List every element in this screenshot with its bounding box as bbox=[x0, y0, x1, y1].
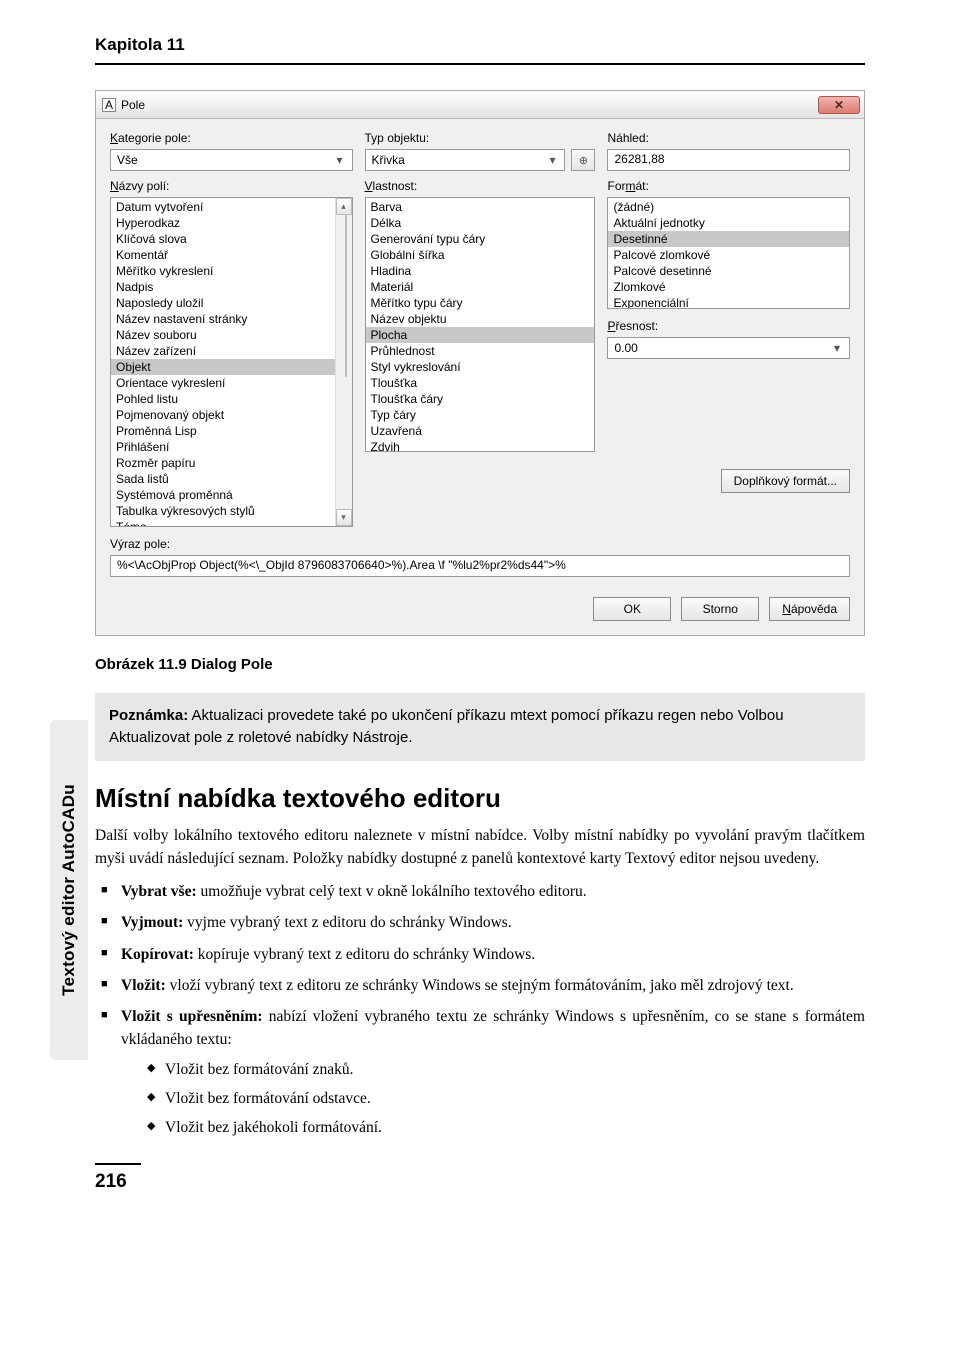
note-text: Aktualizaci provedete také po ukončení p… bbox=[109, 707, 784, 746]
nahled-preview: 26281,88 bbox=[607, 149, 850, 171]
list-item[interactable]: Materiál bbox=[366, 279, 595, 295]
list-item[interactable]: Hladina bbox=[366, 263, 595, 279]
note-box: Poznámka: Aktualizaci provedete také po … bbox=[95, 693, 865, 761]
list-item[interactable]: Název souboru bbox=[111, 327, 352, 343]
list-item[interactable]: Palcové desetinné bbox=[608, 263, 849, 279]
section-paragraph: Další volby lokálního textového editoru … bbox=[95, 824, 865, 871]
list-item[interactable]: Přihlášení bbox=[111, 439, 352, 455]
list-item[interactable]: Tloušťka bbox=[366, 375, 595, 391]
list-item[interactable]: Plocha bbox=[366, 327, 595, 343]
list-item[interactable]: Název zařízení bbox=[111, 343, 352, 359]
list-item: Vložit bez jakéhokoli formátování. bbox=[121, 1116, 865, 1139]
list-item: Vložit s upřesněním: nabízí vložení vybr… bbox=[95, 1005, 865, 1139]
dialog-pole: A Pole ✕ Kategorie pole: Vše ▾ Názvy pol… bbox=[95, 90, 865, 636]
chevron-down-icon: ▾ bbox=[829, 341, 845, 355]
scroll-up-icon[interactable]: ▴ bbox=[336, 198, 352, 215]
list-item[interactable]: Měřítko vykreslení bbox=[111, 263, 352, 279]
list-item: Vložit bez formátování znaků. bbox=[121, 1058, 865, 1081]
label-nahled: Náhled: bbox=[607, 131, 850, 145]
list-item[interactable]: Délka bbox=[366, 215, 595, 231]
vyraz-input[interactable]: %<\AcObjProp Object(%<\_ObjId 8796083706… bbox=[110, 555, 850, 577]
label-nazvy: Názvy polí: bbox=[110, 179, 353, 193]
list-item[interactable]: Pohled listu bbox=[111, 391, 352, 407]
list-item[interactable]: Datum vytvoření bbox=[111, 199, 352, 215]
label-presnost: Přesnost: bbox=[607, 319, 850, 333]
list-item[interactable]: Exponenciální bbox=[608, 295, 849, 309]
label-vyraz: Výraz pole: bbox=[110, 537, 850, 551]
napoveda-button[interactable]: Nápověda bbox=[769, 597, 850, 621]
list-item[interactable]: Naposledy uložil bbox=[111, 295, 352, 311]
vlastnost-listbox[interactable]: BarvaDélkaGenerování typu čáryGlobální š… bbox=[365, 197, 596, 452]
section-title: Místní nabídka textového editoru bbox=[95, 783, 865, 814]
page-number: 216 bbox=[95, 1163, 141, 1193]
pick-object-button[interactable]: ⊕ bbox=[571, 149, 595, 171]
list-item: Kopírovat: kopíruje vybraný text z edito… bbox=[95, 943, 865, 966]
label-typ: Typ objektu: bbox=[365, 131, 596, 145]
label-vlastnost: Vlastnost: bbox=[365, 179, 596, 193]
list-item[interactable]: Systémová proměnná bbox=[111, 487, 352, 503]
list-item[interactable]: Globální šířka bbox=[366, 247, 595, 263]
list-item: Vyjmout: vyjme vybraný text z editoru do… bbox=[95, 911, 865, 934]
list-item[interactable]: Desetinné bbox=[608, 231, 849, 247]
list-item[interactable]: Název objektu bbox=[366, 311, 595, 327]
list-item[interactable]: Hyperodkaz bbox=[111, 215, 352, 231]
list-item[interactable]: Orientace vykreslení bbox=[111, 375, 352, 391]
list-item: Vybrat vše: umožňuje vybrat celý text v … bbox=[95, 880, 865, 903]
ok-button[interactable]: OK bbox=[593, 597, 671, 621]
list-item[interactable]: Generování typu čáry bbox=[366, 231, 595, 247]
list-item[interactable]: Zdvih bbox=[366, 439, 595, 452]
list-item[interactable]: Klíčová slova bbox=[111, 231, 352, 247]
chapter-header: Kapitola 11 bbox=[95, 0, 865, 65]
list-item[interactable]: Typ čáry bbox=[366, 407, 595, 423]
list-item[interactable]: Sada listů bbox=[111, 471, 352, 487]
label-kategorie: Kategorie pole: bbox=[110, 131, 353, 145]
list-item[interactable]: Tloušťka čáry bbox=[366, 391, 595, 407]
storno-button[interactable]: Storno bbox=[681, 597, 759, 621]
kategorie-combo[interactable]: Vše ▾ bbox=[110, 149, 353, 171]
list-item[interactable]: Komentář bbox=[111, 247, 352, 263]
list-item[interactable]: Aktuální jednotky bbox=[608, 215, 849, 231]
note-label: Poznámka: bbox=[109, 707, 188, 724]
list-item: Vložit bez formátování odstavce. bbox=[121, 1087, 865, 1110]
scrollbar[interactable]: ▴ ▾ bbox=[335, 198, 352, 526]
list-item[interactable]: Proměnná Lisp bbox=[111, 423, 352, 439]
list-item[interactable]: Uzavřená bbox=[366, 423, 595, 439]
list-item[interactable]: Průhlednost bbox=[366, 343, 595, 359]
list-item[interactable]: Tabulka výkresových stylů bbox=[111, 503, 352, 519]
list-item[interactable]: Barva bbox=[366, 199, 595, 215]
close-button[interactable]: ✕ bbox=[818, 96, 860, 114]
list-item[interactable]: Pojmenovaný objekt bbox=[111, 407, 352, 423]
list-item[interactable]: Nadpis bbox=[111, 279, 352, 295]
sidebar-tab: Textový editor AutoCADu bbox=[50, 720, 88, 1060]
list-item[interactable]: Styl vykreslování bbox=[366, 359, 595, 375]
typ-combo[interactable]: Křivka ▾ bbox=[365, 149, 566, 171]
format-listbox[interactable]: (žádné)Aktuální jednotkyDesetinnéPalcové… bbox=[607, 197, 850, 309]
dialog-title: Pole bbox=[121, 98, 818, 112]
list-item[interactable]: Měřítko typu čáry bbox=[366, 295, 595, 311]
bullet-list: Vybrat vše: umožňuje vybrat celý text v … bbox=[95, 880, 865, 1139]
label-format: Formát: bbox=[607, 179, 850, 193]
figure-caption: Obrázek 11.9 Dialog Pole bbox=[95, 656, 865, 673]
scroll-down-icon[interactable]: ▾ bbox=[336, 509, 352, 526]
chevron-down-icon: ▾ bbox=[544, 153, 560, 167]
presnost-combo[interactable]: 0.00 ▾ bbox=[607, 337, 850, 359]
list-item[interactable]: (žádné) bbox=[608, 199, 849, 215]
list-item[interactable]: Palcové zlomkové bbox=[608, 247, 849, 263]
list-item[interactable]: Rozměr papíru bbox=[111, 455, 352, 471]
doplnkovy-format-button[interactable]: Doplňkový formát... bbox=[721, 469, 850, 493]
list-item: Vložit: vloží vybraný text z editoru ze … bbox=[95, 974, 865, 997]
titlebar: A Pole ✕ bbox=[96, 91, 864, 119]
chevron-down-icon: ▾ bbox=[332, 153, 348, 167]
list-item[interactable]: Název nastavení stránky bbox=[111, 311, 352, 327]
list-item[interactable]: Objekt bbox=[111, 359, 352, 375]
nazvy-listbox[interactable]: Datum vytvořeníHyperodkazKlíčová slovaKo… bbox=[110, 197, 353, 527]
doc-icon: A bbox=[102, 98, 116, 112]
list-item[interactable]: Zlomkové bbox=[608, 279, 849, 295]
list-item[interactable]: Téma bbox=[111, 519, 352, 527]
